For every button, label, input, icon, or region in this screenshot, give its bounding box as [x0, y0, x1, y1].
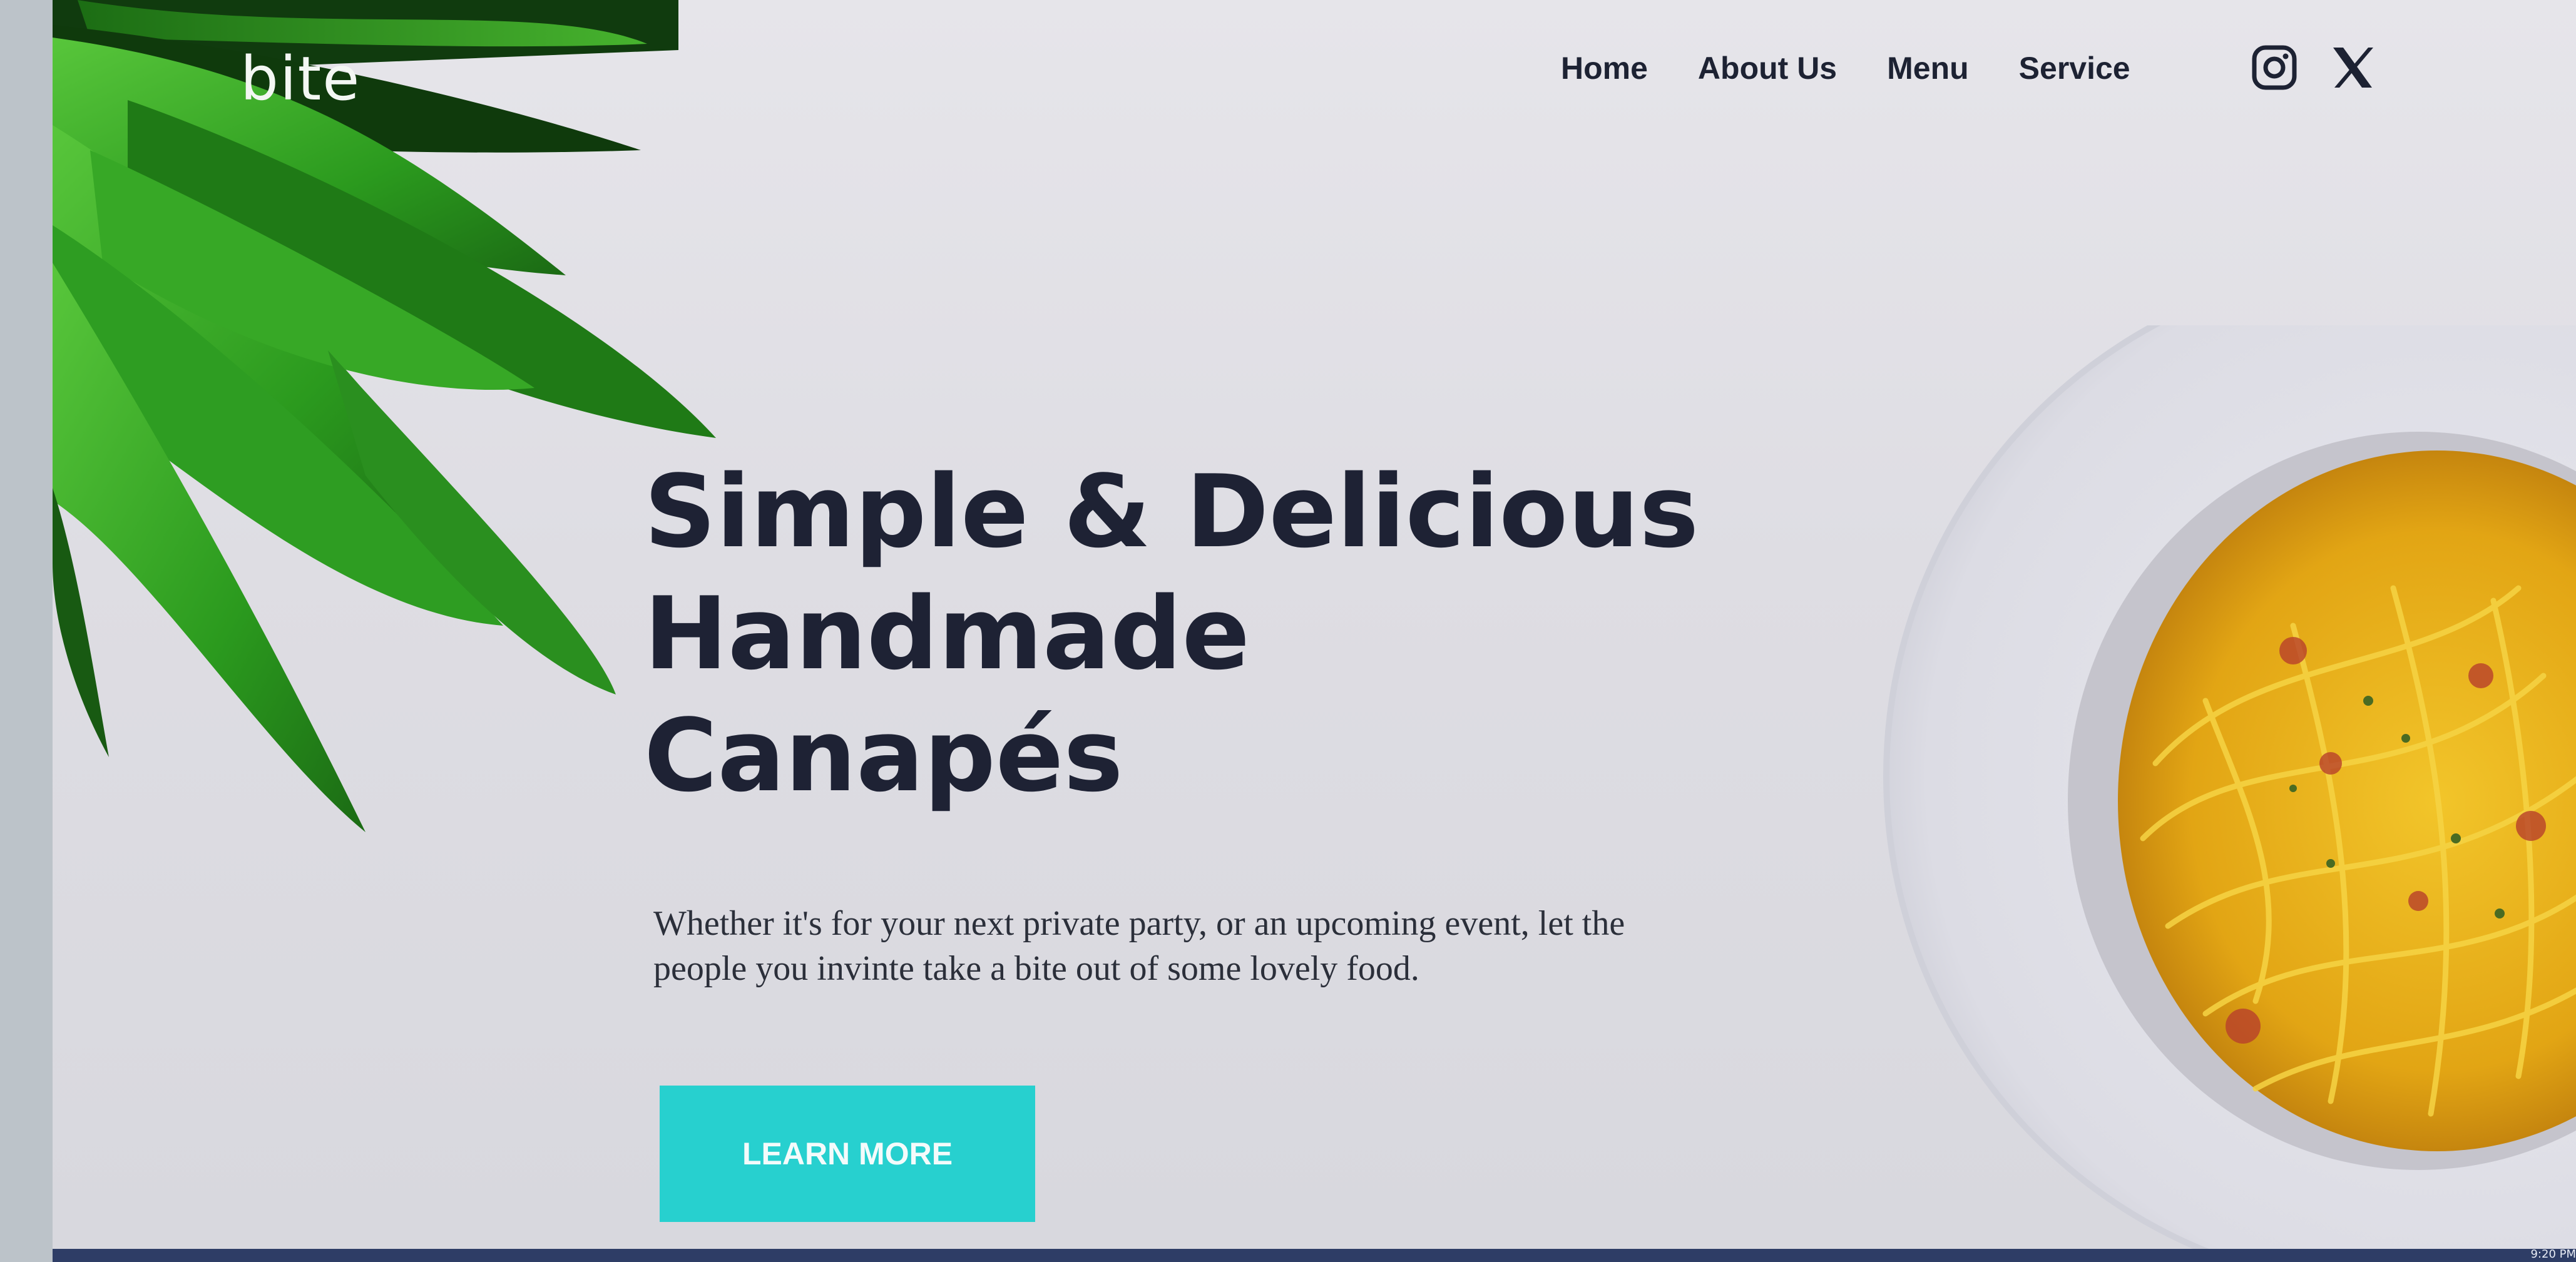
- brand-logo[interactable]: bite: [240, 44, 360, 114]
- website-viewport: bite Home About Us Menu Service Simple &…: [53, 0, 2576, 1249]
- hero-headline: Simple & Delicious Handmade Canapés: [644, 450, 1699, 817]
- pasta-plate-image: [1883, 325, 2576, 1249]
- instagram-icon[interactable]: [2251, 44, 2298, 91]
- nav-home[interactable]: Home: [1561, 50, 1648, 86]
- nav-service[interactable]: Service: [2019, 50, 2130, 86]
- nav-about-us[interactable]: About Us: [1698, 50, 1837, 86]
- tagline-line-1: Whether it's for your next private party…: [653, 904, 1625, 943]
- headline-line-1: Simple & Delicious: [644, 453, 1699, 570]
- os-taskbar: 9:20 PM: [53, 1248, 2576, 1262]
- nav-menu[interactable]: Menu: [1887, 50, 1969, 86]
- main-nav: Home About Us Menu Service: [1561, 50, 2130, 86]
- learn-more-button[interactable]: LEARN MORE: [660, 1086, 1035, 1222]
- taskbar-clock[interactable]: 9:20 PM: [2530, 1248, 2576, 1261]
- hero-tagline: Whether it's for your next private party…: [653, 901, 1749, 991]
- x-icon[interactable]: [2331, 44, 2374, 91]
- headline-line-2: Handmade: [644, 575, 1250, 692]
- headline-line-3: Canapés: [644, 697, 1123, 814]
- tagline-line-2: people you invinte take a bite out of so…: [653, 949, 1419, 988]
